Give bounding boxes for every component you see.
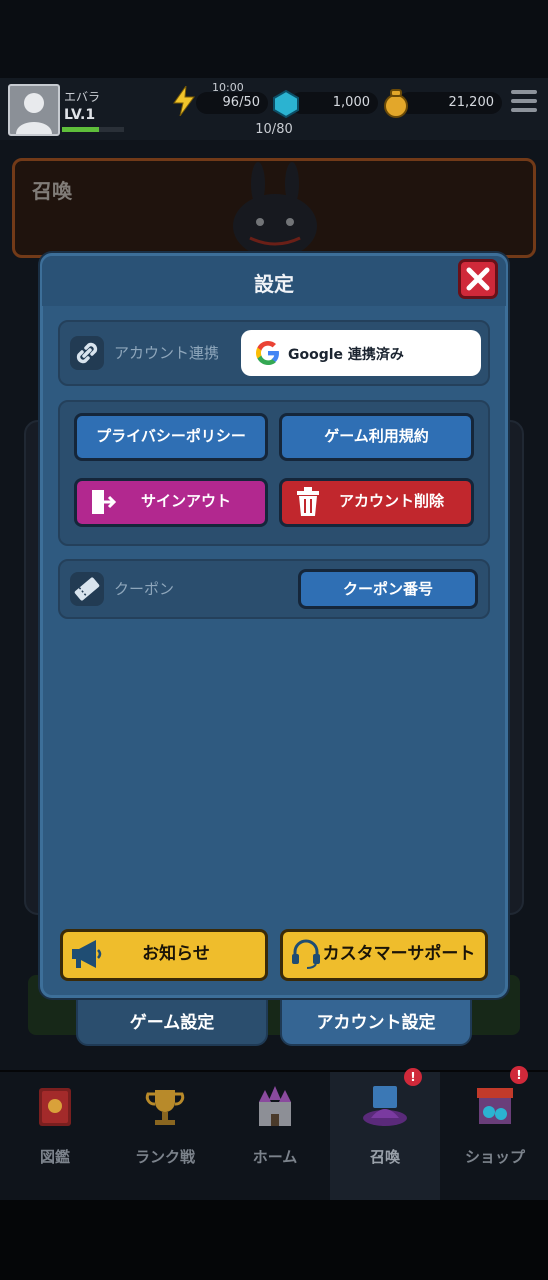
google-icon [254, 339, 282, 367]
menu-icon[interactable] [511, 90, 537, 118]
lightning-icon [172, 84, 196, 117]
summon-hat-icon [361, 1082, 409, 1130]
shop-icon [471, 1082, 519, 1130]
castle-icon [251, 1082, 299, 1130]
tab-account-settings[interactable]: アカウント設定 [280, 996, 472, 1046]
book-icon [31, 1082, 79, 1130]
gold-bag-icon [382, 88, 410, 118]
shop-alert-badge: ! [510, 1066, 528, 1084]
nav-item-book[interactable]: 図鑑 [0, 1072, 110, 1200]
privacy-policy-label: プライバシーポリシー [96, 427, 246, 445]
gem-icon [272, 89, 300, 119]
delete-account-label: アカウント削除 [338, 492, 444, 510]
megaphone-icon [70, 938, 104, 970]
nav-item-shop[interactable]: ! ショップ [440, 1066, 548, 1200]
coupon-code-button[interactable]: クーポン番号 [298, 569, 478, 609]
link-icon [70, 336, 104, 370]
nav-label-summon: 召喚 [369, 1148, 400, 1166]
stage-progress: 10/80 [255, 122, 293, 137]
summon-alert-badge: ! [404, 1068, 422, 1086]
google-link-label: Google 連携済み [288, 347, 404, 363]
tab-game-settings[interactable]: ゲーム設定 [76, 996, 268, 1046]
privacy-policy-button[interactable]: プライバシーポリシー [74, 413, 268, 461]
gem-counter[interactable]: 1,000 [290, 92, 378, 114]
headset-icon [290, 938, 322, 970]
customer-support-label: カスタマーサポート [322, 944, 476, 964]
player-name: エバラ [64, 90, 101, 104]
exit-door-icon [90, 488, 117, 516]
ticket-icon [70, 572, 104, 606]
nav-item-summon[interactable]: ! 召喚 [330, 1068, 440, 1200]
nav-item-home[interactable]: ホーム [220, 1072, 330, 1200]
tab-account-settings-label: アカウント設定 [316, 1013, 436, 1033]
system-bar [0, 1200, 548, 1280]
notice-label: お知らせ [142, 944, 210, 964]
terms-label: ゲーム利用規約 [324, 427, 429, 445]
nav-label-shop: ショップ [464, 1148, 525, 1166]
energy-counter[interactable]: 96/50 [196, 92, 268, 114]
coupon-label: クーポン [114, 580, 175, 598]
nav-label-home: ホーム [252, 1148, 298, 1166]
gold-counter[interactable]: 21,200 [398, 92, 502, 114]
tab-game-settings-label: ゲーム設定 [129, 1013, 215, 1033]
close-button[interactable] [458, 259, 498, 299]
close-icon [466, 267, 490, 291]
nav-label-book: 図鑑 [39, 1148, 70, 1166]
trophy-icon [141, 1082, 189, 1130]
coupon-code-label: クーポン番号 [342, 580, 433, 598]
nav-item-rank[interactable]: ランク戦 [110, 1072, 220, 1200]
nav-label-rank: ランク戦 [134, 1148, 195, 1166]
signout-label: サインアウト [140, 492, 231, 510]
trash-icon [296, 487, 320, 517]
terms-button[interactable]: ゲーム利用規約 [279, 413, 474, 461]
account-link-label: アカウント連携 [114, 344, 220, 362]
player-level: LV.1 [64, 107, 96, 123]
